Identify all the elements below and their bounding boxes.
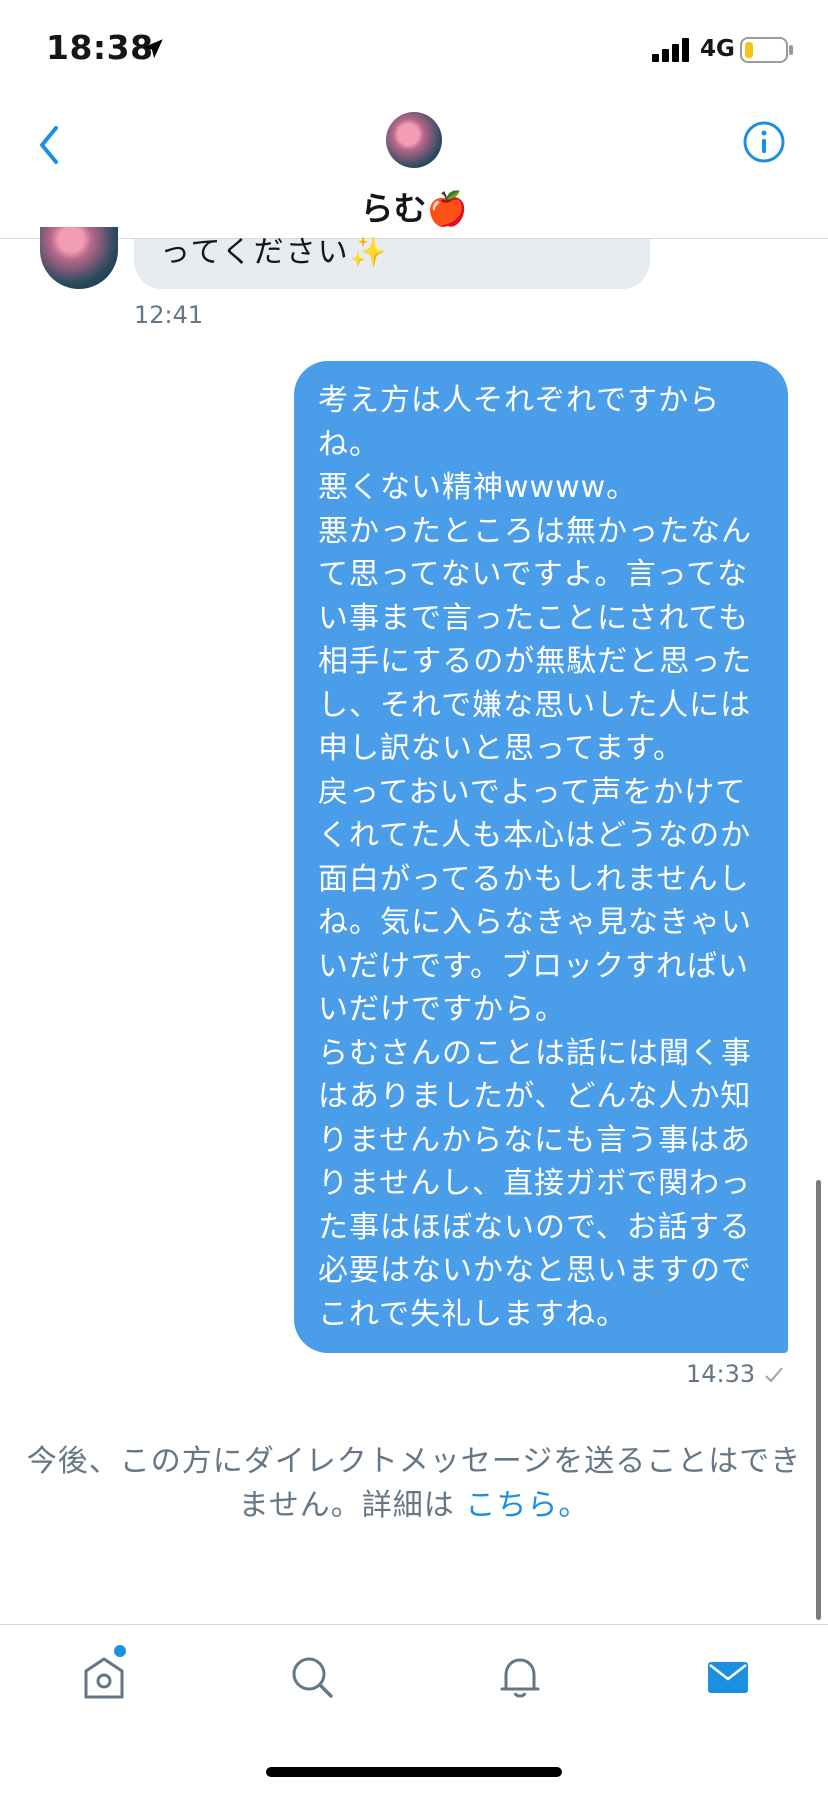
- signal-icon: [652, 38, 689, 62]
- info-icon[interactable]: [742, 120, 786, 164]
- status-bar: 18:38 4G: [0, 0, 828, 100]
- search-icon[interactable]: [288, 1653, 336, 1701]
- sent-text: 考え方は人それぞれですから ね。 悪くない精神wwww。 悪かったところは無かっ…: [318, 383, 753, 1332]
- received-bubble[interactable]: ってください✨: [134, 235, 650, 289]
- home-indicator: [266, 1767, 562, 1777]
- sent-timestamp: 14:33: [686, 1360, 756, 1388]
- conversation-header: らむ🍎: [0, 100, 828, 239]
- conversation-title[interactable]: らむ🍎: [0, 182, 828, 230]
- status-time: 18:38: [46, 28, 154, 67]
- home-notification-dot: [114, 1645, 126, 1657]
- received-timestamp: 12:41: [134, 301, 204, 329]
- notice-line2-wrap: ません。詳細は こちら。: [0, 1484, 828, 1528]
- notice-details-link[interactable]: こちら。: [465, 1488, 589, 1523]
- location-arrow-icon: [143, 39, 163, 59]
- home-icon[interactable]: [80, 1653, 128, 1701]
- check-icon: [765, 1367, 783, 1383]
- network-type: 4G: [700, 36, 735, 62]
- scrollbar[interactable]: [816, 1180, 821, 1620]
- back-arrow-icon[interactable]: [30, 120, 70, 170]
- notice-line2: ません。詳細は: [238, 1488, 455, 1523]
- received-text: ってください✨: [160, 235, 389, 270]
- dm-blocked-notice: 今後、この方にダイレクトメッセージを送ることはでき ません。詳細は こちら。: [0, 1440, 828, 1528]
- bell-icon[interactable]: [496, 1653, 544, 1701]
- notice-line1: 今後、この方にダイレクトメッセージを送ることはでき: [26, 1444, 802, 1479]
- tab-bar: [0, 1624, 828, 1793]
- battery-icon: [740, 37, 793, 63]
- sender-avatar[interactable]: [40, 227, 118, 289]
- mail-icon[interactable]: [704, 1653, 752, 1701]
- header-avatar[interactable]: [386, 112, 442, 168]
- sent-bubble[interactable]: 考え方は人それぞれですから ね。 悪くない精神wwww。 悪かったところは無かっ…: [294, 361, 788, 1353]
